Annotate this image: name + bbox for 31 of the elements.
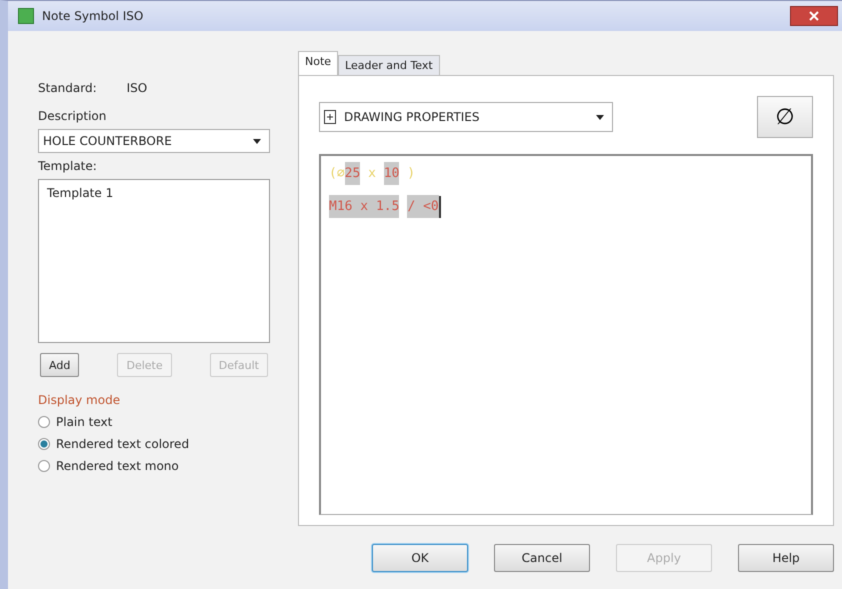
standard-value: ISO [126,81,148,95]
standard-label: Standard: [38,81,97,95]
close-icon [809,11,819,21]
radio-label: Plain text [56,415,112,429]
tab[interactable]: Leader and Text [338,55,440,75]
radio-label: Rendered text colored [56,437,190,451]
plus-box-icon [324,110,336,124]
dropdown-arrow-icon [253,138,261,144]
list-item[interactable]: Template 1 [47,186,261,200]
template-label: Template: [38,159,98,173]
description-dropdown[interactable]: HOLE COUNTERBORE [38,129,270,153]
template-list[interactable]: Template 1 [38,179,270,343]
group-label: Display mode [38,393,122,407]
radio-button[interactable] [38,438,50,450]
close-button[interactable] [790,6,838,26]
tab[interactable]: Note [298,51,338,75]
radio-button[interactable] [38,416,50,428]
description-label: Description [38,109,108,123]
dialog-button[interactable]: Cancel [494,544,590,572]
template-button[interactable]: Add [40,353,80,377]
radio-button[interactable] [38,460,50,472]
radio-label: Rendered text mono [56,459,179,473]
window-title: Note Symbol ISO [42,9,144,23]
note-line: M16 x 1.5 / <0 [329,195,803,218]
dialog-button[interactable]: OK [372,544,468,572]
app-icon [18,8,34,24]
properties-dropdown[interactable]: DRAWING PROPERTIES [319,102,613,132]
dialog-button[interactable]: Help [738,544,834,572]
dropdown-arrow-icon [596,114,604,120]
note-line: (⌀25 x 10 ) [329,162,803,185]
symbol-button[interactable]: ∅ [757,96,813,138]
